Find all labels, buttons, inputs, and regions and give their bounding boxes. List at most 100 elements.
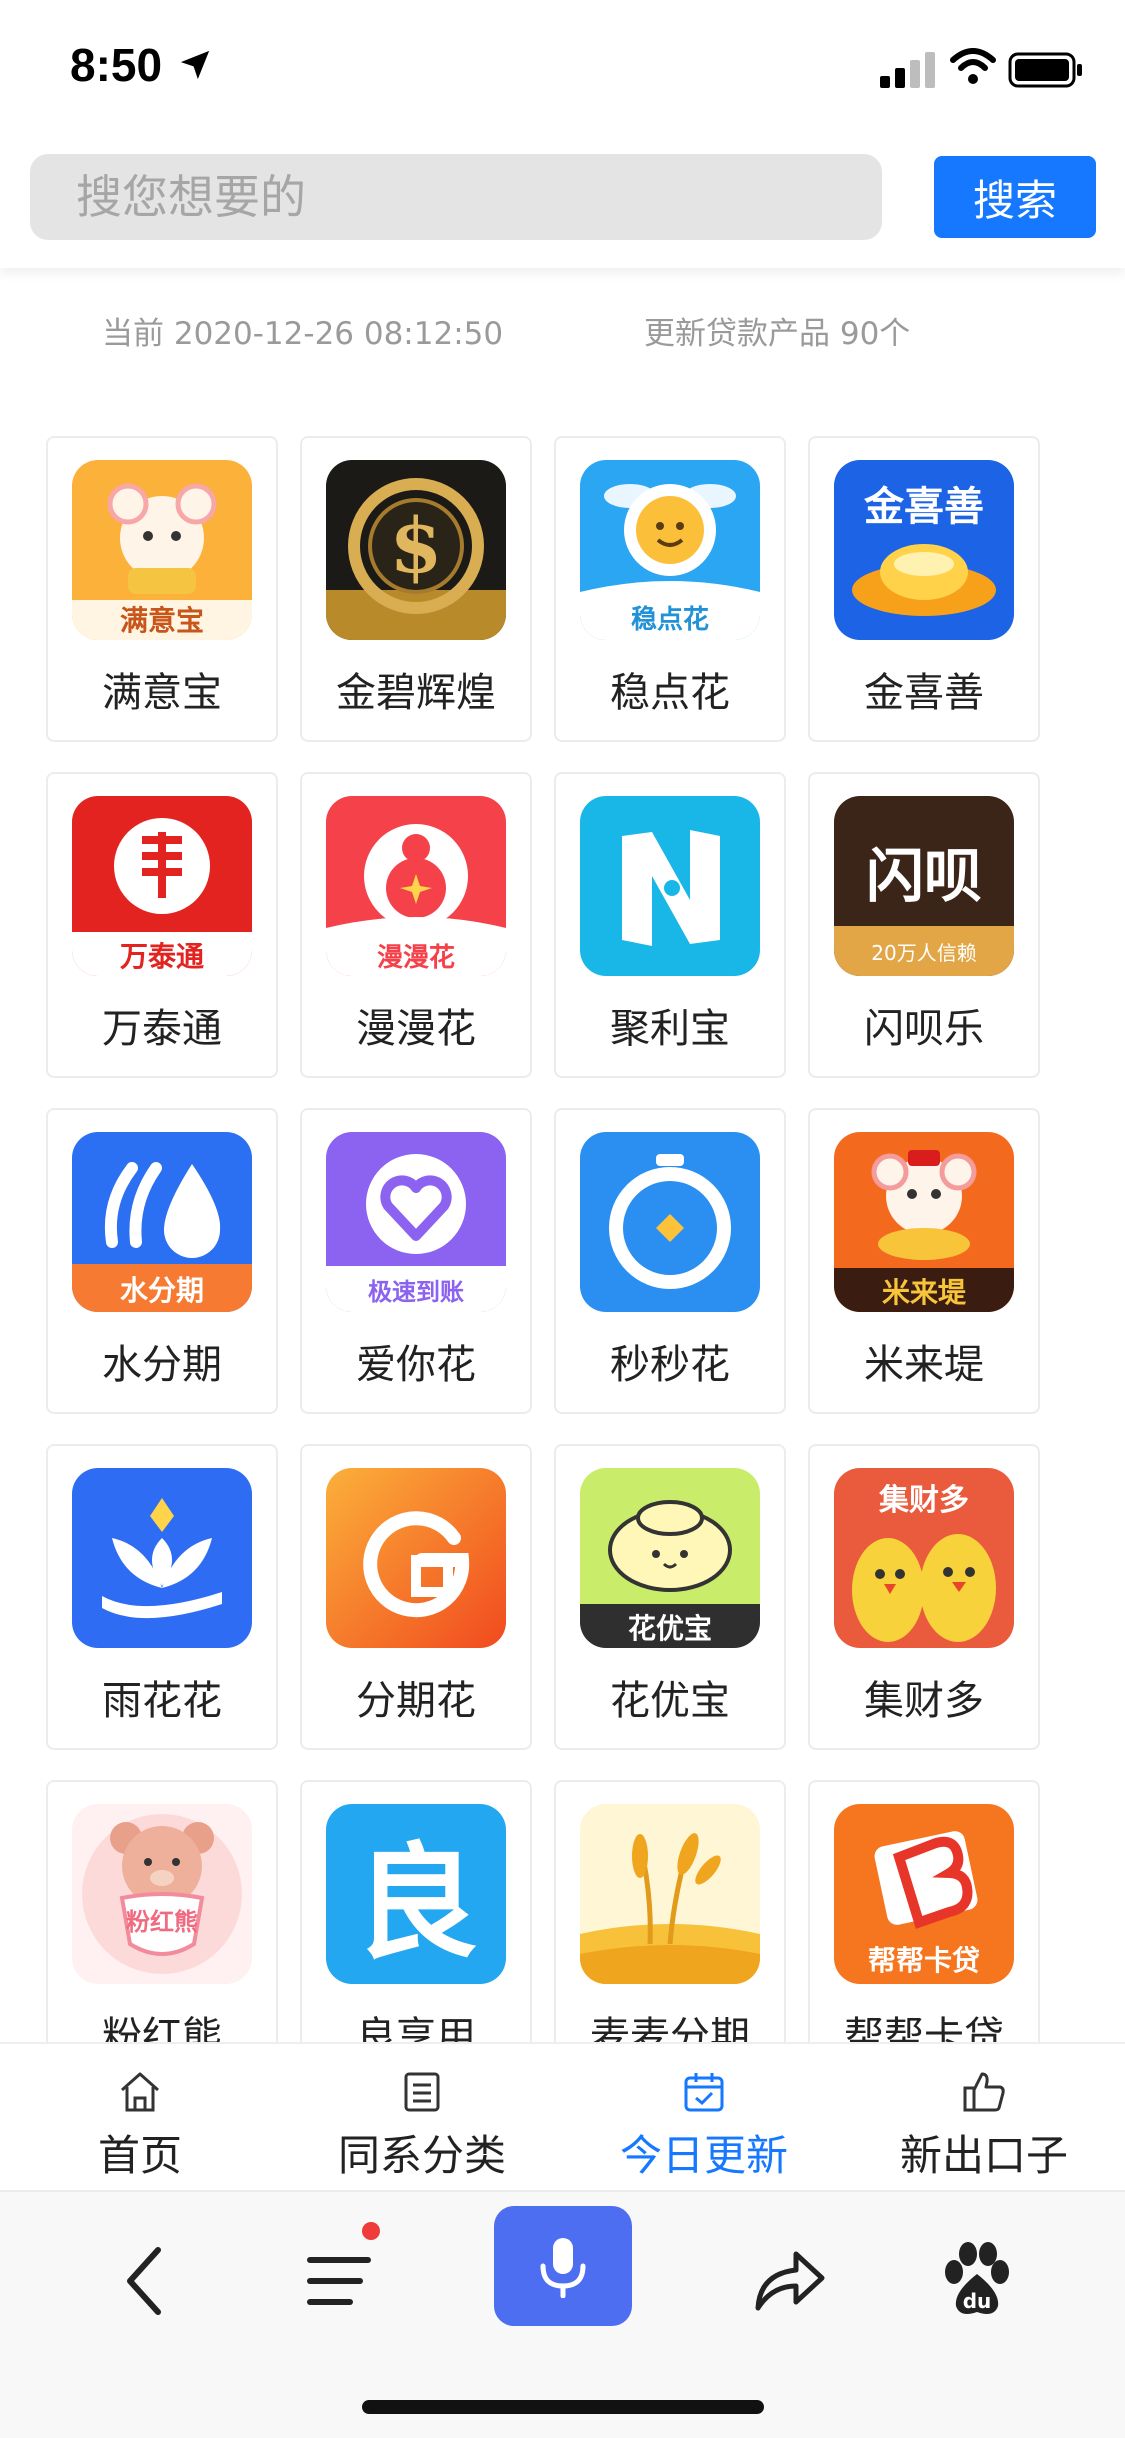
app-card-ainihua[interactable]: 极速到账 爱你花 [300, 1108, 532, 1414]
app-card-wantaitong[interactable]: 万泰通 万泰通 [46, 772, 278, 1078]
app-card-fenqihua[interactable]: 分期花 [300, 1444, 532, 1750]
app-card-manyibao[interactable]: 满意宝 满意宝 [46, 436, 278, 742]
tab-category[interactable]: 同系分类 [302, 2062, 542, 2182]
winged-coin-icon: 稳点花 [580, 460, 760, 640]
notification-dot [362, 2222, 380, 2240]
gold-ingot-icon: 金喜善 [834, 460, 1014, 640]
shanbei-logo-icon: 闪呗 20万人信赖 [834, 796, 1014, 976]
location-arrow-icon [180, 50, 210, 80]
update-count-text: 更新贷款产品 90个 [644, 316, 911, 352]
app-name: 分期花 [356, 1678, 476, 1724]
app-name: 雨花花 [102, 1678, 222, 1724]
liang-character-icon: 良 [326, 1804, 506, 1984]
microphone-icon [540, 2238, 586, 2298]
cellular-signal-icon [880, 52, 935, 88]
app-name: 漫漫花 [356, 1006, 476, 1052]
app-card-shanbeile[interactable]: 闪呗 20万人信赖 闪呗乐 [808, 772, 1040, 1078]
app-card-jinxishan[interactable]: 金喜善 金喜善 [808, 436, 1040, 742]
app-card-liangxiangyong[interactable]: 良 良享用 [300, 1780, 532, 2042]
status-time: 8:50 [70, 39, 163, 91]
gold-dollar-coin-icon: $ [326, 460, 506, 640]
lotus-hand-icon [72, 1468, 252, 1648]
tab-home[interactable]: 首页 [20, 2062, 260, 2182]
app-name: 金喜善 [864, 670, 984, 716]
current-time-text: 当前 2020-12-26 08:12:50 [102, 316, 504, 352]
wheat-icon [580, 1804, 760, 1984]
search-input[interactable] [30, 154, 882, 240]
baidu-paw-icon[interactable]: du [932, 2236, 1022, 2326]
app-name: 麦麦分期 [590, 2014, 750, 2042]
back-icon[interactable] [102, 2236, 192, 2326]
icon-label: 稳点花 [631, 604, 709, 635]
tab-label: 新出口子 [899, 2131, 1068, 2180]
tab-label: 首页 [97, 2131, 182, 2180]
update-info-row: 当前 2020-12-26 08:12:50 更新贷款产品 90个 [0, 300, 1125, 356]
browser-toolbar: du [0, 2190, 1125, 2438]
app-card-yuhuahua[interactable]: 雨花花 [46, 1444, 278, 1750]
icon-label: 金喜善 [863, 484, 984, 530]
wifi-icon [950, 48, 996, 84]
app-card-milaiti[interactable]: 米来堤 米来堤 [808, 1108, 1040, 1414]
app-card-fenhongxiong[interactable]: 粉红熊 粉红熊 [46, 1780, 278, 2042]
app-name: 金碧辉煌 [336, 670, 496, 716]
app-card-shuifenqi[interactable]: 水分期 水分期 [46, 1108, 278, 1414]
app-name: 万泰通 [102, 1006, 222, 1052]
water-drop-icon: 水分期 [72, 1132, 252, 1312]
icon-label: 漫漫花 [377, 943, 455, 973]
status-bar: 8:50 [0, 0, 1125, 140]
letter-n-icon [580, 796, 760, 976]
icon-sub-label: 20万人信赖 [871, 941, 976, 965]
app-card-huayoubao[interactable]: 花优宝 花优宝 [554, 1444, 786, 1750]
svg-text:良: 良 [354, 1832, 478, 1976]
money-bag-icon: 漫漫花 [326, 796, 506, 976]
menu-icon[interactable] [294, 2236, 384, 2326]
list-doc-icon [404, 2072, 440, 2112]
voice-search-button[interactable] [494, 2206, 632, 2326]
app-card-miaomiaohua[interactable]: 秒秒花 [554, 1108, 786, 1414]
app-card-julibao[interactable]: 聚利宝 [554, 772, 786, 1078]
chicks-icon: 集财多 [834, 1468, 1014, 1648]
app-name: 水分期 [102, 1342, 222, 1388]
svg-text:$: $ [390, 501, 443, 590]
app-name: 集财多 [864, 1678, 984, 1724]
tab-new-products[interactable]: 新出口子 [864, 2062, 1104, 2182]
mouse-gold-icon: 米来堤 [834, 1132, 1014, 1312]
app-name: 秒秒花 [610, 1342, 730, 1388]
battery-icon [1008, 52, 1082, 88]
app-name: 稳点花 [610, 670, 730, 716]
app-card-wendianhua[interactable]: 稳点花 稳点花 [554, 436, 786, 742]
search-header: 搜索 [0, 140, 1125, 268]
ingot-face-icon: 花优宝 [580, 1468, 760, 1648]
icon-label: 米来堤 [882, 1276, 967, 1309]
card-b-icon: 帮帮卡贷 [834, 1804, 1014, 1984]
icon-label: 集财多 [878, 1483, 969, 1518]
app-name: 满意宝 [102, 670, 222, 716]
icon-label: 万泰通 [120, 940, 204, 973]
icon-label: 帮帮卡贷 [868, 1944, 980, 1977]
app-card-jicaiduo[interactable]: 集财多 集财多 [808, 1444, 1040, 1750]
pink-bear-icon: 粉红熊 [72, 1804, 252, 1984]
bottom-tab-bar: 首页 同系分类 今日更新 新出口子 [0, 2042, 1125, 2192]
app-name: 爱你花 [356, 1342, 476, 1388]
app-card-bangbangkadai[interactable]: 帮帮卡贷 帮帮卡贷 [808, 1780, 1040, 2042]
search-button[interactable]: 搜索 [934, 156, 1096, 238]
app-name: 闪呗乐 [864, 1006, 984, 1052]
tab-today-update[interactable]: 今日更新 [584, 2062, 824, 2182]
app-card-manmanhua[interactable]: 漫漫花 漫漫花 [300, 772, 532, 1078]
tab-label: 同系分类 [337, 2131, 506, 2180]
app-card-jinbihuihuang[interactable]: $ 金碧辉煌 [300, 436, 532, 742]
app-name: 帮帮卡贷 [844, 2014, 1004, 2042]
share-icon[interactable] [744, 2236, 834, 2326]
app-name: 良享用 [356, 2014, 476, 2042]
app-name: 米来堤 [864, 1342, 984, 1388]
app-name: 花优宝 [610, 1678, 730, 1724]
icon-label: 水分期 [120, 1274, 204, 1307]
stopwatch-icon [580, 1132, 760, 1312]
app-card-maimaifenqi[interactable]: 麦麦分期 [554, 1780, 786, 2042]
app-name: 粉红熊 [102, 2014, 222, 2042]
icon-label: 闪呗 [866, 842, 982, 910]
app-grid: 满意宝 满意宝 $ 金碧辉煌 稳点花 稳点花 金喜善 金喜善 万泰通 万泰通 漫… [46, 436, 1046, 2042]
mouse-mascot-icon: 满意宝 [72, 460, 252, 640]
calendar-check-icon [684, 2073, 724, 2112]
icon-label: 极速到账 [368, 1278, 464, 1306]
